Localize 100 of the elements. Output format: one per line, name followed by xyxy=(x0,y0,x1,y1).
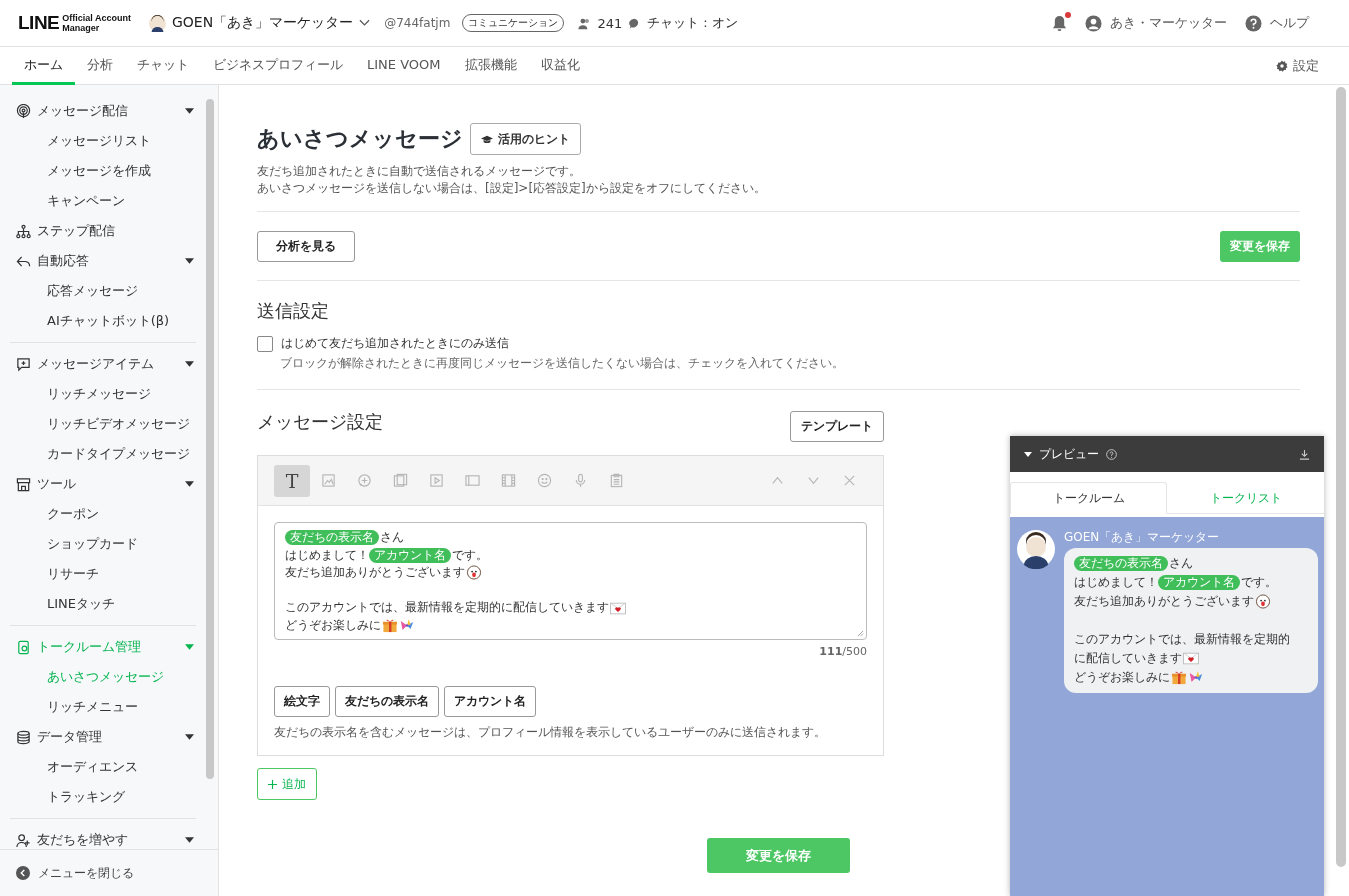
nav-tab[interactable]: チャット xyxy=(125,47,201,85)
hierarchy-icon xyxy=(16,223,31,239)
avatar-icon xyxy=(1016,529,1056,569)
page-title: あいさつメッセージ xyxy=(257,125,463,153)
account-name[interactable]: GOEN「あき」マーケッター xyxy=(171,14,354,32)
sidebar-item[interactable]: LINEタッチ xyxy=(10,589,196,619)
gift-icon xyxy=(1171,670,1187,685)
checkbox-label[interactable]: はじめて友だち追加されたときにのみ送信 xyxy=(281,335,509,352)
broadcast-icon xyxy=(16,103,31,119)
logo-subtitle: Manager xyxy=(62,23,101,33)
message-text: 友だち追加ありがとうございます xyxy=(1074,593,1254,610)
logo-wordmark: LINE xyxy=(18,12,60,34)
image-icon xyxy=(320,473,336,488)
section-heading: 送信設定 xyxy=(257,299,330,323)
friend-count: 241 xyxy=(597,15,623,31)
database-icon xyxy=(16,729,31,745)
message-text: です。 xyxy=(1241,574,1277,591)
graduation-cap-icon xyxy=(481,134,493,144)
scrollbar[interactable] xyxy=(206,99,214,779)
settings-link[interactable]: 設定 xyxy=(1293,56,1319,75)
nav-tab[interactable]: ビジネスプロフィール xyxy=(201,47,355,85)
template-button[interactable]: テンプレート xyxy=(790,411,884,442)
sidebar-section[interactable]: メッセージ配信 xyxy=(10,96,196,126)
sidebar-item[interactable]: リサーチ xyxy=(10,559,196,589)
scrollbar[interactable] xyxy=(1336,87,1346,867)
collapse-icon[interactable] xyxy=(16,866,30,880)
gift-icon xyxy=(382,618,398,634)
nav-tab[interactable]: 分析 xyxy=(75,47,125,85)
help-icon[interactable] xyxy=(1245,14,1262,32)
film-icon xyxy=(500,473,516,488)
help-link[interactable]: ヘルプ xyxy=(1270,14,1309,32)
card-icon xyxy=(464,473,480,488)
sidebar-item[interactable]: メッセージを作成 xyxy=(10,156,196,186)
sidebar-section[interactable]: ステップ配信 xyxy=(10,216,196,246)
sidebar-section[interactable]: データ管理 xyxy=(10,722,196,752)
message-text: です。 xyxy=(452,546,488,564)
sidebar-item[interactable]: リッチビデオメッセージ xyxy=(10,409,196,439)
bird-icon xyxy=(1188,670,1204,685)
section-heading: メッセージ設定 xyxy=(257,410,383,434)
face-icon xyxy=(1255,594,1271,609)
sidebar-item[interactable]: AIチャットボット(β) xyxy=(10,306,196,336)
phone-icon xyxy=(16,639,31,655)
description-text: あいさつメッセージを送信しない場合は、[設定]>[応答設定]から設定をオフにしてください。 xyxy=(257,180,767,197)
sidebar-item[interactable]: オーディエンス xyxy=(10,752,196,782)
insert-button[interactable]: 絵文字 xyxy=(274,686,330,717)
message-text: このアカウントでは、最新情報を定期的に配信していきます xyxy=(285,599,609,617)
sidebar-section[interactable]: 友だちを増やす xyxy=(10,825,196,849)
download-icon[interactable] xyxy=(1299,448,1310,460)
description-text: 友だち追加されたときに自動で送信されるメッセージです。 xyxy=(257,163,582,180)
insert-button[interactable]: 友だちの表示名 xyxy=(335,686,439,717)
settings-icon[interactable] xyxy=(1276,59,1288,72)
checkbox[interactable] xyxy=(257,335,273,352)
help-icon[interactable] xyxy=(1106,448,1117,460)
chevron-down-icon[interactable] xyxy=(359,19,371,27)
message-text: さん xyxy=(1169,555,1193,572)
caret-icon[interactable] xyxy=(1024,451,1032,457)
logo-subtitle: Official Account xyxy=(62,13,131,23)
hint-button[interactable]: 活用のヒント xyxy=(470,123,581,155)
sidebar-item[interactable]: クーポン xyxy=(10,499,196,529)
collapse-menu-link[interactable]: メニューを閉じる xyxy=(38,864,134,882)
message-text: 友だち追加ありがとうございます xyxy=(285,564,465,582)
nav-tab[interactable]: 収益化 xyxy=(528,47,592,85)
sidebar-item[interactable]: キャンペーン xyxy=(10,186,196,216)
user-name[interactable]: あき・マーケッター xyxy=(1110,14,1227,32)
clipboard-icon xyxy=(608,473,624,488)
message-field[interactable]: 友だちの表示名 さん はじめまして！ アカウント名 です。 友だち追加ありがとうございます このアカウントでは、最新情報を定期的に配信していきます どうぞお楽しみに xyxy=(274,522,867,640)
sidebar-section[interactable]: ツール xyxy=(10,469,196,499)
preview-title: プレビュー xyxy=(1039,445,1099,463)
variable-tag: 友だちの表示名 xyxy=(285,530,379,546)
message-text: どうぞお楽しみに xyxy=(285,616,381,634)
avatar-icon xyxy=(148,14,166,32)
sidebar-item[interactable]: 応答メッセージ xyxy=(10,276,196,306)
editor-note: 友だちの表示名を含むメッセージは、プロフィール情報を表示しているユーザーのみに送信されます。 xyxy=(274,724,827,741)
sidebar-section[interactable]: 自動応答 xyxy=(10,246,196,276)
nav-tab[interactable]: LINE VOOM xyxy=(355,47,453,85)
variable-tag: 友だちの表示名 xyxy=(1074,556,1168,571)
smiley-icon xyxy=(536,473,552,488)
sidebar-item[interactable]: リッチメッセージ xyxy=(10,379,196,409)
variable-tag: アカウント名 xyxy=(369,547,451,563)
shop-icon xyxy=(16,476,31,492)
message-text: はじめまして！ xyxy=(1074,574,1158,591)
message-text: どうぞお楽しみに xyxy=(1074,669,1170,686)
resize-handle-icon[interactable] xyxy=(857,630,864,637)
sidebar-item[interactable]: トラッキング xyxy=(10,782,196,812)
sidebar-item[interactable]: リッチメニュー xyxy=(10,692,196,722)
message-text: さん xyxy=(380,529,404,546)
account-handle: @744fatjm xyxy=(384,16,451,30)
sidebar-item[interactable]: メッセージリスト xyxy=(10,126,196,156)
sidebar-item[interactable]: ショップカード xyxy=(10,529,196,559)
text-tool-button[interactable]: T xyxy=(274,464,310,497)
user-icon[interactable] xyxy=(1085,14,1102,32)
preview-tab[interactable]: トークルーム xyxy=(1010,482,1167,514)
nav-tab[interactable]: 拡張機能 xyxy=(452,47,529,85)
insert-button[interactable]: アカウント名 xyxy=(444,686,536,717)
analytics-button[interactable]: 分析を見る xyxy=(257,231,355,262)
sidebar-section[interactable]: メッセージアイテム xyxy=(10,349,196,379)
bell-icon[interactable] xyxy=(1052,14,1067,32)
sidebar-item[interactable]: カードタイプメッセージ xyxy=(10,439,196,469)
plus-icon xyxy=(268,779,277,789)
gallery-icon xyxy=(392,473,408,488)
